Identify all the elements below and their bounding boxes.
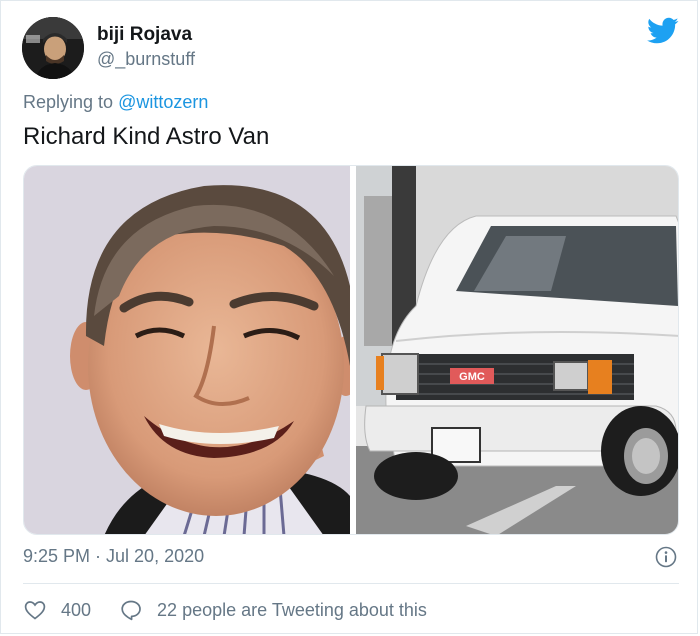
talking-about-text: 22 people are Tweeting about this <box>157 599 427 620</box>
tweet-card: biji Rojava @_burnstuff Replying to @wit… <box>0 0 698 634</box>
user-handle[interactable]: @_burnstuff <box>97 49 195 70</box>
divider <box>23 583 679 584</box>
like-button[interactable]: 400 <box>23 598 91 622</box>
replying-to-line: Replying to @wittozern <box>23 92 208 113</box>
gmc-badge: GMC <box>459 371 485 383</box>
tweet-timestamp[interactable]: 9:25 PM · Jul 20, 2020 <box>23 546 204 567</box>
display-name[interactable]: biji Rojava <box>97 24 192 46</box>
media-image-portrait[interactable] <box>24 166 360 534</box>
avatar-image <box>22 17 84 79</box>
heart-icon <box>24 601 46 620</box>
media-image-van[interactable]: GMC <box>356 166 678 534</box>
tweet-text: Richard Kind Astro Van <box>23 123 270 150</box>
info-icon[interactable] <box>655 546 677 568</box>
twitter-bird-icon[interactable] <box>647 17 679 45</box>
like-count: 400 <box>61 599 92 620</box>
replying-to-label: Replying to <box>23 92 114 112</box>
tweet-actions: 400 22 people are Tweeting about this <box>23 597 427 623</box>
talking-about-link[interactable]: 22 people are Tweeting about this <box>119 598 427 622</box>
speech-bubble-icon <box>121 600 141 621</box>
tweet-media[interactable]: GMC <box>23 165 679 535</box>
reply-mention-link[interactable]: @wittozern <box>118 92 208 112</box>
avatar[interactable] <box>22 17 84 79</box>
